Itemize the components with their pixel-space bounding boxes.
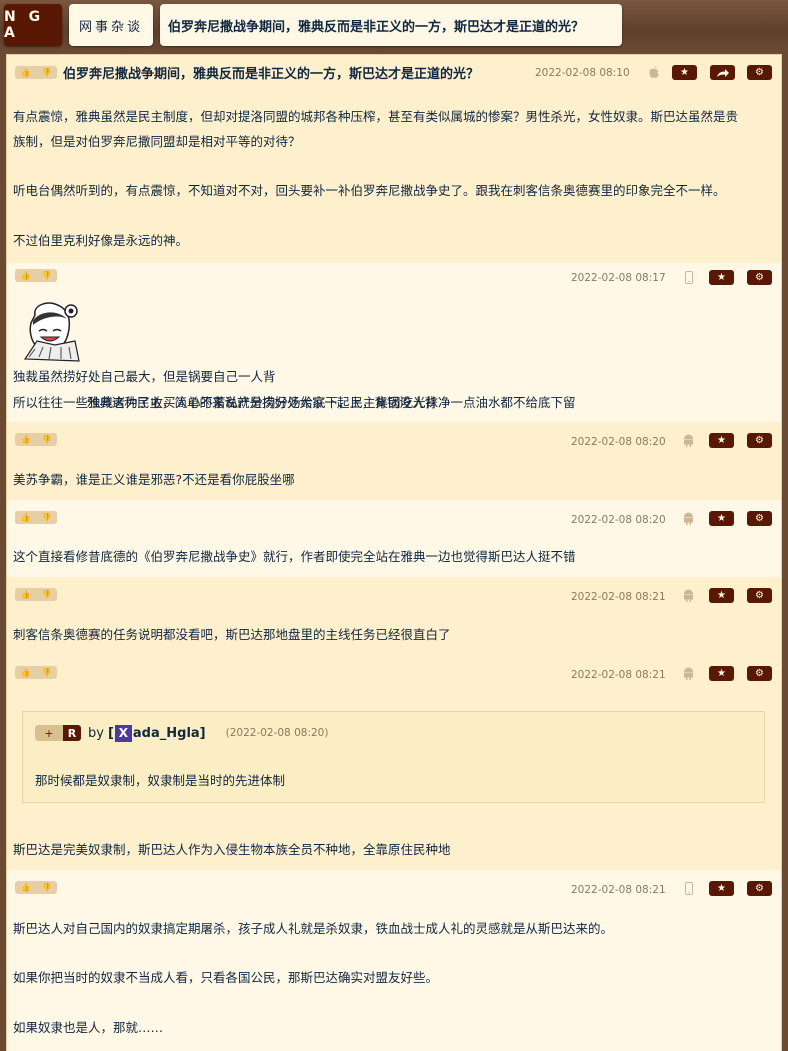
post-date: 2022-02-08 08:20 [571,436,666,448]
vote-buttons[interactable]: 👍 👎 [15,511,57,524]
username-text: ada_Hgla] [132,725,206,741]
android-icon [683,512,694,528]
thumbs-up-icon[interactable]: 👍 [21,271,31,280]
post-2: 👍 👎 2022-02-08 08:20 ★ ⚙ 美苏争霸，谁是正义谁是邪恶?不还… [7,422,781,500]
gear-icon[interactable]: ⚙ [747,65,772,80]
mobile-icon [685,271,693,287]
star-icon[interactable]: ★ [709,270,734,285]
share-icon[interactable] [710,65,735,80]
quote-username[interactable]: [Xada_Hgla] [107,724,206,742]
nga-logo[interactable]: N G A [4,4,62,46]
post-5: 👍 👎 2022-02-08 08:21 ★ ⚙ + R by [Xada_Hgl… [7,655,781,870]
gear-icon[interactable]: ⚙ [747,270,772,285]
sticker-image [15,301,87,365]
apple-icon [648,65,660,82]
thumbs-down-icon[interactable]: 👎 [42,883,52,892]
post-3: 👍 👎 2022-02-08 08:20 ★ ⚙ 这个直接看修昔底德的《伯罗奔尼撒… [7,500,781,577]
mobile-icon [685,882,693,898]
username-bracket: [ [107,725,114,741]
top-bar: N G A 网事杂谈 伯罗奔尼撒战争期间，雅典反而是非正义的一方，斯巴达才是正道… [0,0,788,52]
post-date: 2022-02-08 08:21 [571,884,666,896]
thumbs-up-icon[interactable]: 👍 [21,435,31,444]
thumbs-down-icon[interactable]: 👎 [42,68,52,77]
post-text-line: 所以往往一些独裁者为了收买人心不蓄私产分肉分汤给底下，民主集团吃光抹净一点油水都… [13,395,576,410]
android-icon [683,589,694,605]
gear-icon[interactable]: ⚙ [747,433,772,448]
post-date: 2022-02-08 08:10 [535,67,630,79]
thumbs-up-icon[interactable]: 👍 [21,513,31,522]
post-text-line: 这个直接看修昔底德的《伯罗奔尼撒战争史》就行，作者即使完全站在雅典一边也觉得斯巴… [13,549,576,564]
user-badge: X [114,724,132,742]
gear-icon[interactable]: ⚙ [747,511,772,526]
post-text-line: 美苏争霸，谁是正义谁是邪恶?不还是看你屁股坐哪 [13,472,295,487]
post-text-line: 族制，但是对伯罗奔尼撒同盟却是相对平等的对待？ [13,134,301,149]
post-text-line: 听电台偶然听到的，有点震惊，不知道对不对，回头要补一补伯罗奔尼撒战争史了。跟我在… [13,183,726,198]
thumbs-up-icon[interactable]: 👍 [21,668,31,677]
gear-icon[interactable]: ⚙ [747,588,772,603]
post-date: 2022-02-08 08:21 [571,669,666,681]
android-icon [683,434,694,450]
star-icon[interactable]: ★ [709,666,734,681]
post-text-line: 刺客信条奥德赛的任务说明都没看吧，斯巴达那地盘里的主线任务已经很直白了 [13,627,451,642]
breadcrumb-thread-title[interactable]: 伯罗奔尼撒战争期间，雅典反而是非正义的一方，斯巴达才是正道的光？ [160,4,622,46]
vote-buttons[interactable]: 👍 👎 [15,269,57,282]
thumbs-down-icon[interactable]: 👎 [42,271,52,280]
post-text-line: 如果你把当时的奴隶不当成人看，只看各国公民，那斯巴达确实对盟友好些。 [13,970,439,985]
gear-icon[interactable]: ⚙ [747,666,772,681]
post-date: 2022-02-08 08:21 [571,591,666,603]
post-date: 2022-02-08 08:17 [571,272,666,284]
star-icon[interactable]: ★ [672,65,697,80]
post-text-line: 如果奴隶也是人，那就…… [13,1020,164,1035]
post-text-line: 斯巴达人对自己国内的奴隶搞定期屠杀，孩子成人礼就是杀奴隶，铁血战士成人礼的灵感就… [13,921,614,936]
thumbs-down-icon[interactable]: 👎 [42,590,52,599]
thumbs-down-icon[interactable]: 👎 [42,668,52,677]
star-icon[interactable]: ★ [709,511,734,526]
post-6: 👍 👎 2022-02-08 08:21 ★ ⚙ 斯巴达人对自己国内的奴隶搞定期屠… [7,870,781,1051]
thumbs-up-icon[interactable]: 👍 [21,883,31,892]
vote-buttons[interactable]: 👍 👎 [15,66,57,79]
post-text-line: 有点震惊，雅典虽然是民主制度，但却对提洛同盟的城邦各种压榨，甚至有类似属城的惨案… [13,109,739,124]
reply-badge: R [63,725,81,741]
gear-icon[interactable]: ⚙ [747,881,772,896]
post-0: 👍 👎 伯罗奔尼撒战争期间，雅典反而是非正义的一方，斯巴达才是正道的光？ 2022… [7,55,781,263]
thread-body: 👍 👎 伯罗奔尼撒战争期间，雅典反而是非正义的一方，斯巴达才是正道的光？ 2022… [6,54,782,1051]
star-icon[interactable]: ★ [709,881,734,896]
quote-block: + R by [Xada_Hgla] (2022-02-08 08:20) 那时… [22,711,765,803]
post-title: 伯罗奔尼撒战争期间，雅典反而是非正义的一方，斯巴达才是正道的光？ [63,67,480,82]
quote-header: + R by [Xada_Hgla] (2022-02-08 08:20) [35,724,328,742]
post-text-line: 不过伯里克利好像是永远的神。 [13,233,189,248]
post-1-tail: 独裁虽然捞好处自己最大，但是锅要自己一人背 所以往往一些独裁者为了收买人心不蓄私… [7,365,781,422]
star-icon[interactable]: ★ [709,588,734,603]
thumbs-up-icon[interactable]: 👍 [21,590,31,599]
post-date: 2022-02-08 08:20 [571,514,666,526]
vote-buttons[interactable]: 👍 👎 [15,881,57,894]
quote-date: (2022-02-08 08:20) [225,727,329,739]
expand-button[interactable]: + [35,725,63,741]
vote-buttons[interactable]: 👍 👎 [15,433,57,446]
thumbs-up-icon[interactable]: 👍 [21,68,31,77]
thumbs-down-icon[interactable]: 👎 [42,435,52,444]
star-icon[interactable]: ★ [709,433,734,448]
vote-buttons[interactable]: 👍 👎 [15,666,57,679]
quote-by: by [88,725,104,741]
breadcrumb-forum[interactable]: 网事杂谈 [69,4,153,46]
quote-text: 那时候都是奴隶制，奴隶制是当时的先进体制 [35,773,286,788]
thumbs-down-icon[interactable]: 👎 [42,513,52,522]
post-4: 👍 👎 2022-02-08 08:21 ★ ⚙ 刺客信条奥德赛的任务说明都没看吧… [7,577,781,655]
vote-buttons[interactable]: 👍 👎 [15,588,57,601]
android-icon [683,667,694,683]
post-text-line: 独裁虽然捞好处自己最大，但是锅要自己一人背 [13,369,276,384]
post-text-line: 斯巴达是完美奴隶制，斯巴达人作为入侵生物本族全员不种地，全靠原住民种地 [13,842,451,857]
